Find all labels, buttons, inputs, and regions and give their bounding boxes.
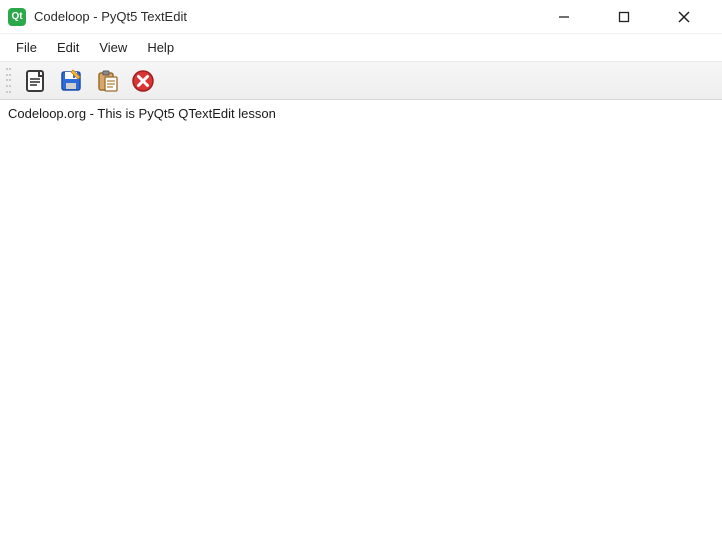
window-title: Codeloop - PyQt5 TextEdit bbox=[34, 9, 187, 24]
paste-icon bbox=[94, 68, 120, 94]
qt-app-icon-label: Qt bbox=[11, 12, 22, 22]
text-editor[interactable]: Codeloop.org - This is PyQt5 QTextEdit l… bbox=[0, 100, 722, 543]
toolbar-grip[interactable] bbox=[6, 67, 12, 95]
minimize-button[interactable] bbox=[542, 3, 586, 31]
menu-file[interactable]: File bbox=[6, 37, 47, 58]
titlebar: Qt Codeloop - PyQt5 TextEdit bbox=[0, 0, 722, 34]
new-document-button[interactable] bbox=[20, 66, 50, 96]
save-icon bbox=[58, 68, 84, 94]
close-window-icon bbox=[678, 11, 690, 23]
toolbar bbox=[0, 62, 722, 100]
new-doc-icon bbox=[22, 68, 48, 94]
window-controls bbox=[542, 3, 718, 31]
maximize-button[interactable] bbox=[602, 3, 646, 31]
close-icon bbox=[130, 68, 156, 94]
maximize-icon bbox=[618, 11, 630, 23]
save-button[interactable] bbox=[56, 66, 86, 96]
close-button[interactable] bbox=[128, 66, 158, 96]
minimize-icon bbox=[558, 11, 570, 23]
menu-help[interactable]: Help bbox=[137, 37, 184, 58]
close-window-button[interactable] bbox=[662, 3, 706, 31]
paste-button[interactable] bbox=[92, 66, 122, 96]
menu-view[interactable]: View bbox=[89, 37, 137, 58]
qt-app-icon: Qt bbox=[8, 8, 26, 26]
menu-edit[interactable]: Edit bbox=[47, 37, 89, 58]
menubar: File Edit View Help bbox=[0, 34, 722, 62]
